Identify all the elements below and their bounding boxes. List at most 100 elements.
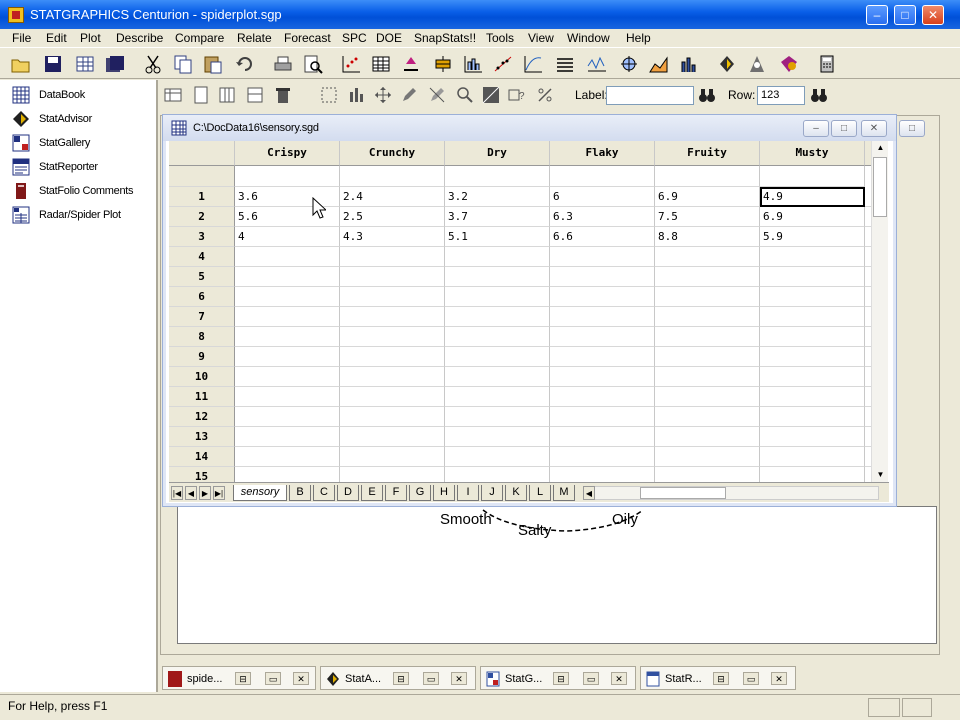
prev-sheet-button[interactable]: ◀ (185, 486, 197, 500)
row-header[interactable]: 9 (169, 347, 235, 367)
sheet-tab[interactable]: sensory (233, 485, 287, 501)
menu-file[interactable]: File (12, 31, 31, 45)
scroll-down-arrow[interactable]: ▼ (872, 468, 889, 482)
first-sheet-button[interactable]: |◀ (171, 486, 183, 500)
scroll-tabs-left-button[interactable]: ◀ (583, 486, 595, 500)
data-cell[interactable] (235, 267, 340, 287)
data-cell[interactable] (235, 247, 340, 267)
data-cell[interactable]: 6.6 (550, 227, 655, 247)
menu-spc[interactable]: SPC (342, 31, 367, 45)
row-header[interactable]: 8 (169, 327, 235, 347)
column-comment-cell[interactable] (445, 166, 550, 187)
data-cell[interactable] (235, 447, 340, 467)
data-cell[interactable] (760, 427, 865, 447)
window-tab-statreporter[interactable]: StatR... ⊟ ▭ ✕ (640, 666, 796, 690)
row-header[interactable]: 10 (169, 367, 235, 387)
plot-window-restore-button[interactable]: □ (899, 120, 925, 137)
data-cell[interactable] (445, 287, 550, 307)
datasheet-maximize-button[interactable]: □ (831, 120, 857, 137)
data-cell[interactable] (235, 387, 340, 407)
menu-view[interactable]: View (528, 31, 554, 45)
window-tab-max-button[interactable]: ▭ (423, 672, 439, 685)
data-cell[interactable] (340, 427, 445, 447)
data-cell[interactable] (550, 287, 655, 307)
menu-tools[interactable]: Tools (486, 31, 514, 45)
data-cell[interactable]: 2.4 (340, 187, 445, 207)
column-header[interactable]: Fruity (655, 141, 760, 166)
calculator-icon[interactable] (816, 54, 838, 74)
window-tab-close-button[interactable]: ✕ (771, 672, 787, 685)
data-cell[interactable] (760, 407, 865, 427)
data-cell[interactable] (550, 247, 655, 267)
data-cell[interactable]: 6.9 (655, 187, 760, 207)
grid-corner[interactable] (169, 141, 235, 166)
minimize-button[interactable]: – (866, 5, 888, 25)
datasheet-minimize-button[interactable]: – (803, 120, 829, 137)
sheet-tab[interactable]: D (337, 485, 359, 501)
data-cell[interactable]: 6.9 (760, 207, 865, 227)
data-cell[interactable] (760, 367, 865, 387)
data-cell[interactable] (655, 427, 760, 447)
data-cell[interactable] (340, 347, 445, 367)
data-cell[interactable] (760, 387, 865, 407)
data-cell[interactable] (235, 427, 340, 447)
menu-edit[interactable]: Edit (46, 31, 67, 45)
data-cell[interactable] (760, 307, 865, 327)
data-cell[interactable]: 4 (235, 227, 340, 247)
data-cell[interactable] (445, 347, 550, 367)
data-cell[interactable] (550, 387, 655, 407)
data-cell[interactable] (550, 407, 655, 427)
window-tab-restore-button[interactable]: ⊟ (553, 672, 569, 685)
crosshair-icon[interactable] (618, 54, 640, 74)
pencil-icon[interactable] (400, 86, 418, 104)
control-chart-icon[interactable] (586, 54, 608, 74)
window-tab-restore-button[interactable]: ⊟ (393, 672, 409, 685)
menu-snapstats[interactable]: SnapStats!! (414, 31, 476, 45)
sheet-tab[interactable]: K (505, 485, 527, 501)
window-tab-statadvisor[interactable]: StatA... ⊟ ▭ ✕ (320, 666, 476, 690)
data-cell[interactable] (340, 447, 445, 467)
data-cell[interactable] (340, 467, 445, 482)
sheet-tab[interactable]: H (433, 485, 455, 501)
open-icon[interactable] (10, 54, 32, 74)
column-comment-cell[interactable] (760, 166, 865, 187)
data-cell[interactable]: 4.3 (340, 227, 445, 247)
menu-describe[interactable]: Describe (116, 31, 163, 45)
data-cell[interactable] (445, 407, 550, 427)
row-header[interactable]: 3 (169, 227, 235, 247)
data-cell[interactable] (655, 467, 760, 482)
data-cell[interactable] (655, 387, 760, 407)
sheet-tab[interactable]: G (409, 485, 431, 501)
column-comment-cell[interactable] (550, 166, 655, 187)
shade-icon[interactable] (482, 86, 500, 104)
boxplot-icon[interactable] (432, 54, 454, 74)
data-cell[interactable] (445, 327, 550, 347)
data-cell[interactable] (445, 447, 550, 467)
window-tab-statgallery[interactable]: StatG... ⊟ ▭ ✕ (480, 666, 636, 690)
diamond-icon[interactable] (716, 54, 738, 74)
find-row-binoculars-icon[interactable] (810, 86, 828, 104)
data-cell[interactable] (760, 267, 865, 287)
data-cell[interactable] (445, 307, 550, 327)
horizontal-scrollbar[interactable] (589, 486, 879, 500)
window-tab-restore-button[interactable]: ⊟ (235, 672, 251, 685)
window-tab-max-button[interactable]: ▭ (265, 672, 281, 685)
sheet-tab[interactable]: M (553, 485, 575, 501)
nav-item-radar-spider-plot[interactable]: Radar/Spider Plot (10, 203, 155, 225)
select-icon[interactable] (320, 86, 338, 104)
exclude-icon[interactable] (428, 86, 446, 104)
window-tab-close-button[interactable]: ✕ (451, 672, 467, 685)
data-cell[interactable]: 2.5 (340, 207, 445, 227)
row-header[interactable]: 4 (169, 247, 235, 267)
data-cell[interactable] (550, 347, 655, 367)
column-header[interactable]: Dry (445, 141, 550, 166)
sheet-tab[interactable]: C (313, 485, 335, 501)
data-cell[interactable] (235, 287, 340, 307)
data-cell[interactable] (445, 367, 550, 387)
save-icon[interactable] (42, 54, 64, 74)
row-header[interactable]: 14 (169, 447, 235, 467)
column-header[interactable]: Flaky (550, 141, 655, 166)
data-grid[interactable]: Crispy Crunchy Dry Flaky Fruity Musty 1 3.6 2.4 3… (169, 141, 879, 482)
data-cell[interactable] (340, 407, 445, 427)
nav-item-statgallery[interactable]: StatGallery (10, 131, 155, 153)
